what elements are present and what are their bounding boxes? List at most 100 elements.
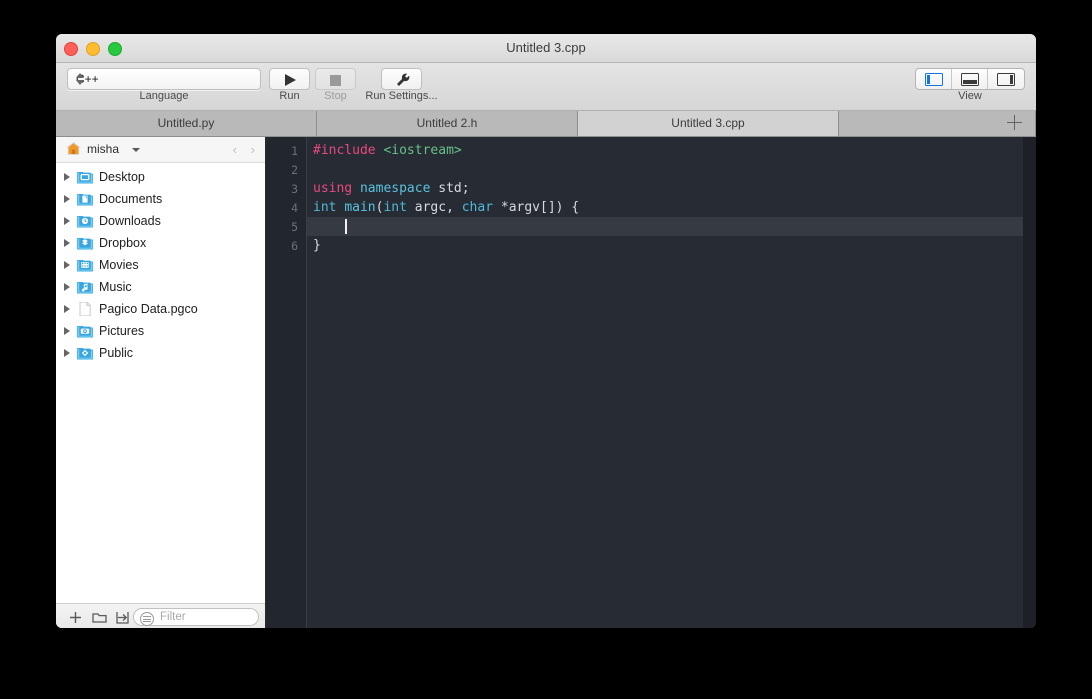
code-token: #include [313, 143, 376, 158]
sidebar-footer: Filter [56, 603, 265, 628]
nav-back-icon[interactable]: ‹ [233, 143, 237, 156]
vertical-scrollbar[interactable] [1023, 137, 1036, 628]
reveal-button[interactable] [114, 609, 131, 626]
list-item[interactable]: Music [56, 276, 265, 298]
new-tab-button[interactable] [839, 111, 1036, 136]
folder-icon [77, 346, 93, 360]
list-item[interactable]: Pictures [56, 320, 265, 342]
file-icon [77, 301, 93, 317]
tab-untitled-3-cpp[interactable]: Untitled 3.cpp [578, 111, 839, 136]
code-token: <iostream> [383, 143, 462, 158]
list-item[interactable]: Documents [56, 188, 265, 210]
disclosure-triangle-icon[interactable] [64, 217, 70, 225]
folder-icon [77, 324, 93, 338]
right-panel-icon [997, 72, 1015, 86]
disclosure-triangle-icon[interactable] [64, 283, 70, 291]
folder-icon [77, 236, 93, 250]
document-tabbar: Untitled.py Untitled 2.h Untitled 3.cpp [56, 111, 1036, 137]
sidebar-root-label: misha [87, 142, 120, 156]
home-icon [66, 142, 81, 156]
list-item[interactable]: Pagico Data.pgco [56, 298, 265, 320]
stop-button[interactable] [315, 68, 356, 90]
code-token: using [313, 181, 353, 196]
disclosure-triangle-icon[interactable] [64, 173, 70, 181]
view-left-sidebar-button[interactable] [916, 69, 952, 89]
line-number: 1 [291, 144, 298, 158]
list-item-label: Desktop [99, 170, 145, 184]
code-token: int [383, 200, 407, 215]
line-number: 6 [291, 239, 298, 253]
disclosure-triangle-icon[interactable] [64, 305, 70, 313]
disclosure-triangle-icon[interactable] [64, 195, 70, 203]
list-item-label: Public [99, 346, 134, 360]
filter-placeholder: Filter [160, 611, 186, 623]
disclosure-triangle-icon[interactable] [64, 327, 70, 335]
run-settings-button[interactable] [381, 68, 422, 90]
window-title: Untitled 3.cpp [506, 40, 586, 55]
run-label: Run [279, 90, 300, 102]
view-right-sidebar-button[interactable] [988, 69, 1024, 89]
code-line: } [313, 236, 321, 255]
list-item[interactable]: Public [56, 342, 265, 364]
desktop-background: Untitled 3.cpp C++ Language Run Stop Run… [0, 0, 1092, 699]
wrench-icon [395, 72, 411, 88]
chevron-updown-icon [76, 72, 85, 86]
list-item-label: Dropbox [99, 236, 147, 250]
list-item-label: Pictures [99, 324, 145, 338]
line-number: 3 [291, 182, 298, 196]
add-button[interactable] [67, 609, 84, 626]
folder-icon [77, 170, 93, 184]
main-toolbar: C++ Language Run Stop Run Settings... Vi… [56, 63, 1036, 111]
line-number: 5 [291, 220, 298, 234]
play-icon [285, 74, 296, 86]
tab-untitled-2-h[interactable]: Untitled 2.h [317, 111, 578, 136]
code-text-area[interactable]: #include <iostream> using namespace std; i… [307, 137, 1023, 628]
filter-input[interactable]: Filter [133, 608, 259, 626]
language-select[interactable]: C++ [67, 68, 261, 90]
code-token: namespace [359, 181, 431, 196]
list-item-label: Documents [99, 192, 163, 206]
disclosure-triangle-icon[interactable] [64, 239, 70, 247]
chevron-down-icon[interactable] [132, 148, 140, 152]
code-line: using namespace std; [313, 179, 470, 198]
filter-icon [140, 612, 154, 626]
code-editor[interactable]: 1 2 3 4 5 6 #include <iostream> using namespac… [266, 137, 1036, 628]
folder-icon [77, 192, 93, 206]
code-line: #include <iostream> [313, 141, 462, 160]
view-bottom-panel-button[interactable] [952, 69, 988, 89]
stop-icon [330, 75, 341, 86]
new-folder-button[interactable] [91, 609, 108, 626]
code-token: *argv[]) { [493, 200, 580, 215]
text-cursor [345, 219, 347, 234]
view-label: View [958, 90, 982, 102]
code-token: std; [430, 181, 470, 196]
list-item[interactable]: Movies [56, 254, 265, 276]
line-number-gutter: 1 2 3 4 5 6 [266, 137, 307, 628]
run-settings-label: Run Settings... [365, 90, 438, 102]
editor-window: Untitled 3.cpp C++ Language Run Stop Run… [56, 34, 1036, 628]
disclosure-triangle-icon[interactable] [64, 349, 70, 357]
folder-icon [77, 214, 93, 228]
window-body: misha ‹ › Desktop Documents Downloads Dropb… [56, 137, 1036, 628]
list-item[interactable]: Desktop [56, 166, 265, 188]
code-token: argc, [406, 200, 462, 215]
folder-icon [77, 280, 93, 294]
run-button[interactable] [269, 68, 310, 90]
code-token: char [461, 200, 494, 215]
tab-untitled-py[interactable]: Untitled.py [56, 111, 317, 136]
plus-icon [1007, 115, 1022, 130]
language-label: Language [139, 90, 189, 102]
view-segmented-control [915, 68, 1025, 90]
list-item[interactable]: Dropbox [56, 232, 265, 254]
list-item-label: Music [99, 280, 132, 294]
nav-forward-icon[interactable]: › [251, 143, 255, 156]
code-token: int [313, 200, 337, 215]
line-number: 4 [291, 201, 298, 215]
bottom-panel-icon [960, 72, 979, 86]
folder-icon [77, 258, 93, 272]
disclosure-triangle-icon[interactable] [64, 261, 70, 269]
list-item-label: Downloads [99, 214, 161, 228]
code-token: main [344, 200, 376, 215]
list-item[interactable]: Downloads [56, 210, 265, 232]
